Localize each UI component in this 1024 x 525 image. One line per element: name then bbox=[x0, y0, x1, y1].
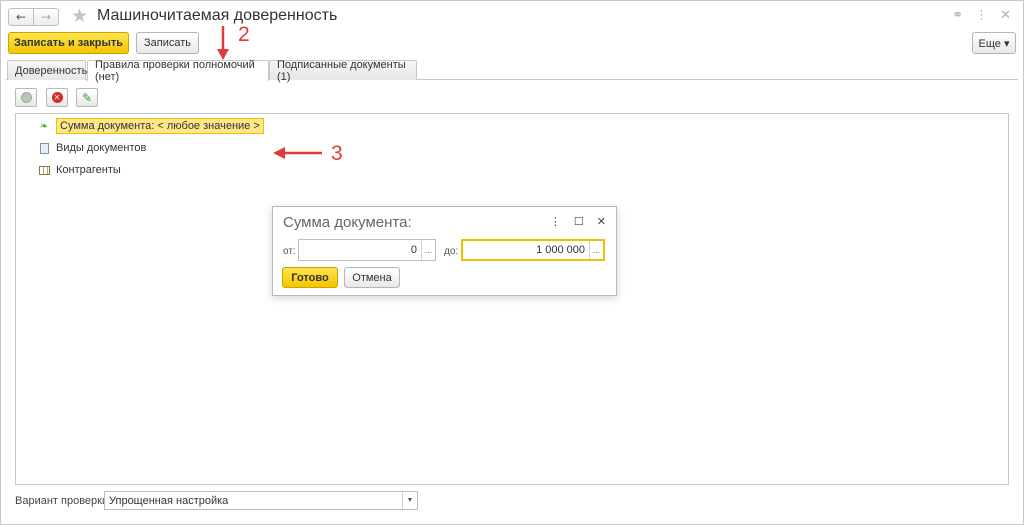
star-icon[interactable]: ★ bbox=[71, 5, 88, 27]
tree-item-label: Контрагенты bbox=[56, 164, 121, 176]
more-button[interactable]: Еще ▾ bbox=[972, 32, 1016, 54]
annotation-number-3: 3 bbox=[331, 142, 343, 165]
from-select-button[interactable]: ... bbox=[421, 240, 435, 260]
popup-title: Сумма документа: bbox=[283, 214, 412, 231]
maximize-icon[interactable]: ☐ bbox=[574, 215, 584, 228]
chevron-down-icon[interactable]: ▼ bbox=[402, 492, 417, 509]
annotation-number-2: 2 bbox=[238, 23, 250, 46]
annotation-arrow-down bbox=[217, 26, 229, 60]
done-button[interactable]: Готово bbox=[282, 267, 338, 288]
tree-item-label: Сумма документа: < любое значение > bbox=[56, 118, 264, 134]
variant-label: Вариант проверки: bbox=[15, 495, 112, 507]
leaf-icon: ❧ bbox=[39, 120, 49, 132]
variant-value: Упрощенная настройка bbox=[109, 494, 229, 507]
tree-item-document-types[interactable]: Виды документов bbox=[36, 138, 146, 158]
menu-icon[interactable]: ⋮ bbox=[975, 8, 988, 23]
tree-item-document-sum[interactable]: ❧ Сумма документа: < любое значение > bbox=[36, 116, 264, 136]
to-value: 1 000 000 bbox=[536, 244, 585, 256]
menu-icon[interactable]: ⋮ bbox=[550, 215, 561, 228]
window-controls: ⚭ ⋮ ✕ bbox=[952, 8, 1011, 23]
close-icon[interactable]: ✕ bbox=[1000, 8, 1011, 23]
tab-signed-documents[interactable]: Подписанные документы (1) bbox=[269, 59, 417, 83]
to-field[interactable]: 1 000 000 ... bbox=[461, 239, 605, 261]
add-icon bbox=[20, 92, 32, 103]
table-icon bbox=[36, 165, 52, 175]
to-label: до: bbox=[444, 246, 459, 257]
sum-range-popup: Сумма документа: ⋮ ☐ ✕ от: 0 ... до: 1 0… bbox=[272, 206, 617, 296]
tree-item-label: Виды документов bbox=[56, 142, 147, 154]
from-label: от: bbox=[283, 246, 296, 257]
pencil-icon: ✎ bbox=[81, 90, 93, 105]
from-value: 0 bbox=[410, 244, 417, 256]
link-icon[interactable]: ⚭ bbox=[952, 8, 963, 23]
delete-icon: ✕ bbox=[51, 92, 63, 103]
from-field[interactable]: 0 ... bbox=[298, 239, 436, 261]
tab-authority-rules[interactable]: Правила проверки полномочий (нет) bbox=[87, 59, 269, 83]
forward-icon[interactable]: → bbox=[33, 8, 59, 26]
back-icon[interactable]: ← bbox=[8, 8, 34, 26]
tab-power-of-attorney[interactable]: Доверенность bbox=[7, 60, 87, 80]
save-button[interactable]: Записать bbox=[136, 32, 199, 54]
add-button[interactable] bbox=[15, 88, 37, 107]
document-icon bbox=[36, 142, 52, 154]
save-and-close-button[interactable]: Записать и закрыть bbox=[8, 32, 129, 54]
to-select-button[interactable]: ... bbox=[589, 241, 603, 259]
tree-item-counterparties[interactable]: Контрагенты bbox=[36, 160, 121, 180]
cancel-button[interactable]: Отмена bbox=[344, 267, 400, 288]
delete-button[interactable]: ✕ bbox=[46, 88, 68, 107]
edit-button[interactable]: ✎ bbox=[76, 88, 98, 107]
close-icon[interactable]: ✕ bbox=[597, 215, 606, 228]
variant-select[interactable]: Упрощенная настройка ▼ bbox=[104, 491, 418, 510]
popup-controls: ⋮ ☐ ✕ bbox=[550, 215, 606, 228]
window-title: Машиночитаемая доверенность bbox=[97, 7, 338, 24]
rules-panel: ❧ Сумма документа: < любое значение > Ви… bbox=[15, 113, 1009, 485]
annotation-arrow-left bbox=[273, 147, 322, 159]
main-window: ← → ★ Машиночитаемая доверенность ⚭ ⋮ ✕ … bbox=[0, 0, 1024, 525]
